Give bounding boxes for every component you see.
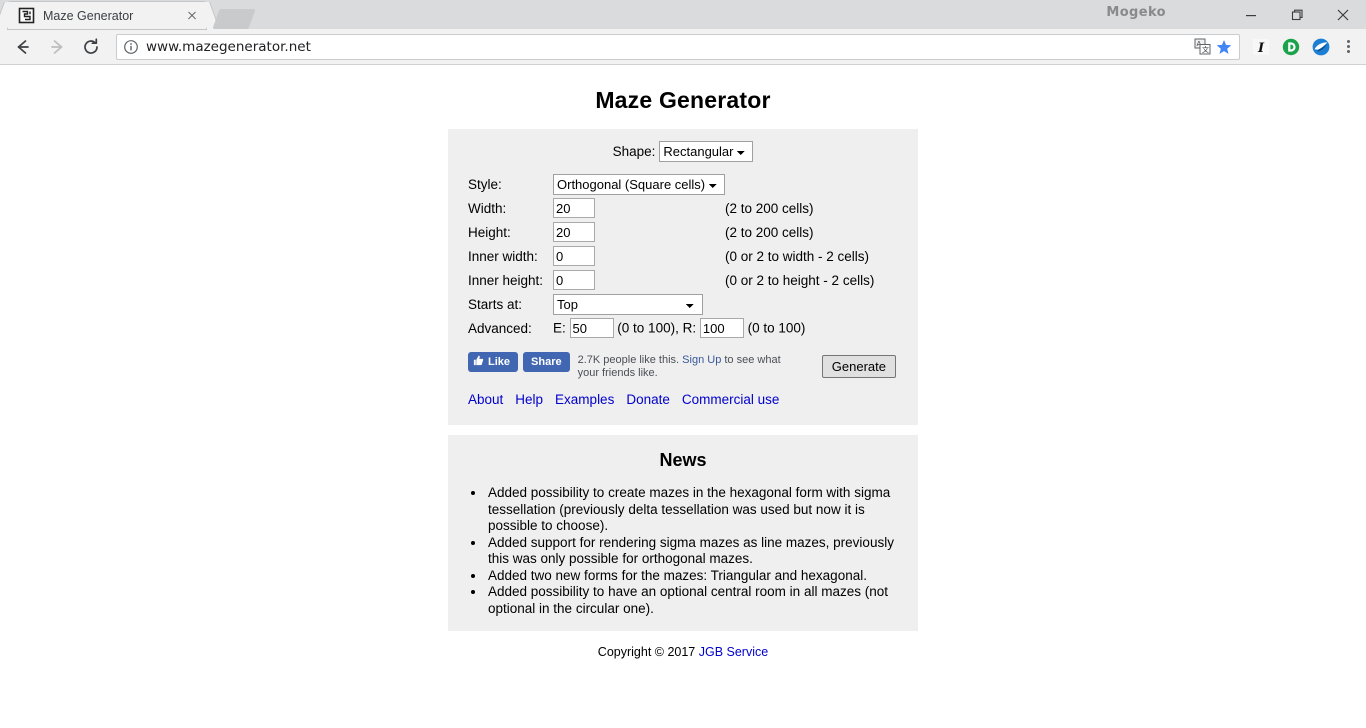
facebook-like-count-text: 2.7K people like this. Sign Up to see wh… [578, 352, 803, 380]
browser-toolbar: www.mazegenerator.net A 文 I [0, 29, 1366, 65]
close-window-button[interactable] [1320, 0, 1366, 29]
svg-text:I: I [1257, 41, 1265, 56]
advanced-label: Advanced: [468, 320, 532, 336]
thumbs-up-icon [473, 355, 484, 369]
height-label: Height: [468, 224, 511, 240]
minimize-button[interactable] [1228, 0, 1274, 29]
new-tab-button[interactable] [212, 9, 256, 29]
style-cell: Orthogonal (Square cells) [553, 172, 725, 196]
advanced-e-hint: (0 to 100), R: [617, 320, 697, 336]
width-cell [553, 196, 725, 220]
facebook-share-label: Share [531, 356, 562, 368]
starts-at-select[interactable]: Top [553, 293, 703, 315]
tab-title: Maze Generator [43, 8, 134, 23]
table-row-starts-at: Starts at: Top [468, 292, 874, 316]
shape-row: Shape: Rectangular [458, 141, 908, 162]
advanced-e-input[interactable] [569, 318, 614, 338]
table-row-inner-height: Inner height: (0 or 2 to height - 2 cell… [468, 268, 874, 292]
height-hint: (2 to 200 cells) [725, 224, 814, 240]
footer-copyright: Copyright © 2017 JGB Service [0, 645, 1366, 659]
maze-options-table: Style: Orthogonal (Square cells) Width: … [468, 172, 874, 340]
reload-button[interactable] [76, 32, 106, 62]
inner-width-cell [553, 244, 725, 268]
window-controls [1228, 0, 1366, 29]
list-item: Added support for rendering sigma mazes … [486, 535, 906, 568]
facebook-like-button[interactable]: Like [468, 352, 519, 372]
nav-links-row: About Help Examples Donate Commercial use [468, 392, 908, 415]
shape-select[interactable]: Rectangular [659, 141, 754, 162]
inner-width-input[interactable] [553, 246, 595, 266]
copyright-text: Copyright © 2017 [597, 645, 699, 659]
inner-height-hint: (0 or 2 to height - 2 cells) [725, 272, 875, 288]
news-panel: News Added possibility to create mazes i… [448, 435, 918, 631]
starts-at-label: Starts at: [468, 296, 523, 312]
translate-icon[interactable]: A 文 [1191, 36, 1213, 58]
style-hint [725, 172, 874, 196]
facebook-signup-link[interactable]: Sign Up [682, 354, 721, 366]
facebook-share-button[interactable]: Share [523, 352, 570, 372]
svg-text:文: 文 [1202, 45, 1209, 54]
table-row-style: Style: Orthogonal (Square cells) [468, 172, 874, 196]
width-label: Width: [468, 200, 507, 216]
table-row-width: Width: (2 to 200 cells) [468, 196, 874, 220]
inner-width-label: Inner width: [468, 248, 538, 264]
advanced-r-hint: (0 to 100) [747, 320, 806, 336]
height-cell [553, 220, 725, 244]
green-d-icon[interactable] [1278, 34, 1304, 60]
forward-button [42, 32, 72, 62]
address-bar[interactable]: www.mazegenerator.net A 文 [116, 33, 1240, 60]
facebook-like-label: Like [488, 356, 511, 368]
blue-bird-icon[interactable] [1308, 34, 1334, 60]
height-input[interactable] [553, 222, 595, 242]
news-list: Added possibility to create mazes in the… [460, 485, 906, 617]
commercial-use-link[interactable]: Commercial use [682, 392, 780, 407]
table-row-inner-width: Inner width: (0 or 2 to width - 2 cells) [468, 244, 874, 268]
style-select[interactable]: Orthogonal (Square cells) [553, 173, 725, 195]
style-label: Style: [468, 176, 502, 192]
table-row-height: Height: (2 to 200 cells) [468, 220, 874, 244]
social-row: Like Share 2.7K people like this. Sign U… [468, 352, 908, 386]
browser-tab[interactable]: Maze Generator [8, 2, 206, 29]
generator-form-panel: Shape: Rectangular Style: Orthogonal (Sq… [448, 129, 918, 425]
fb-count-prefix: 2.7K people like this. [577, 354, 683, 366]
list-item: Added possibility to create mazes in the… [486, 485, 906, 535]
width-hint: (2 to 200 cells) [725, 200, 814, 216]
width-input[interactable] [553, 198, 595, 218]
browser-chrome: Maze Generator Mogeko www.mazegenerator.… [0, 0, 1366, 65]
maze-favicon-icon [18, 7, 35, 24]
generate-button-wrap: Generate [821, 355, 896, 378]
chrome-menu-icon[interactable] [1336, 39, 1360, 54]
inner-height-cell [553, 268, 725, 292]
inner-height-label: Inner height: [468, 272, 544, 288]
list-item: Added two new forms for the mazes: Trian… [486, 568, 906, 585]
italic-i-icon[interactable]: I [1248, 34, 1274, 60]
back-button[interactable] [8, 32, 38, 62]
tab-strip: Maze Generator Mogeko [0, 0, 1366, 29]
page-content: Maze Generator Shape: Rectangular Style:… [0, 65, 1366, 728]
advanced-e-label: E: [553, 320, 566, 336]
shape-label: Shape: [612, 144, 656, 159]
generate-button[interactable]: Generate [821, 355, 896, 378]
profile-name-label[interactable]: Mogeko [1106, 5, 1166, 20]
help-link[interactable]: Help [515, 392, 543, 407]
table-row-advanced: Advanced: E: (0 to 100), R: (0 to 100) [468, 316, 874, 340]
bookmark-star-icon[interactable] [1213, 36, 1235, 58]
news-heading: News [659, 450, 707, 470]
page-title: Maze Generator [595, 87, 771, 113]
tab-close-icon[interactable] [184, 8, 200, 24]
page-info-icon[interactable] [123, 39, 139, 55]
donate-link[interactable]: Donate [626, 392, 670, 407]
examples-link[interactable]: Examples [555, 392, 614, 407]
jgb-service-link[interactable]: JGB Service [699, 645, 768, 659]
inner-height-input[interactable] [553, 270, 595, 290]
maximize-button[interactable] [1274, 0, 1320, 29]
advanced-cell: E: (0 to 100), R: (0 to 100) [553, 316, 874, 340]
inner-width-hint: (0 or 2 to width - 2 cells) [725, 248, 870, 264]
about-link[interactable]: About [468, 392, 503, 407]
advanced-r-input[interactable] [699, 318, 744, 338]
url-text[interactable]: www.mazegenerator.net [146, 39, 1191, 55]
list-item: Added possibility to have an optional ce… [486, 584, 906, 617]
starts-at-cell: Top [553, 292, 874, 316]
